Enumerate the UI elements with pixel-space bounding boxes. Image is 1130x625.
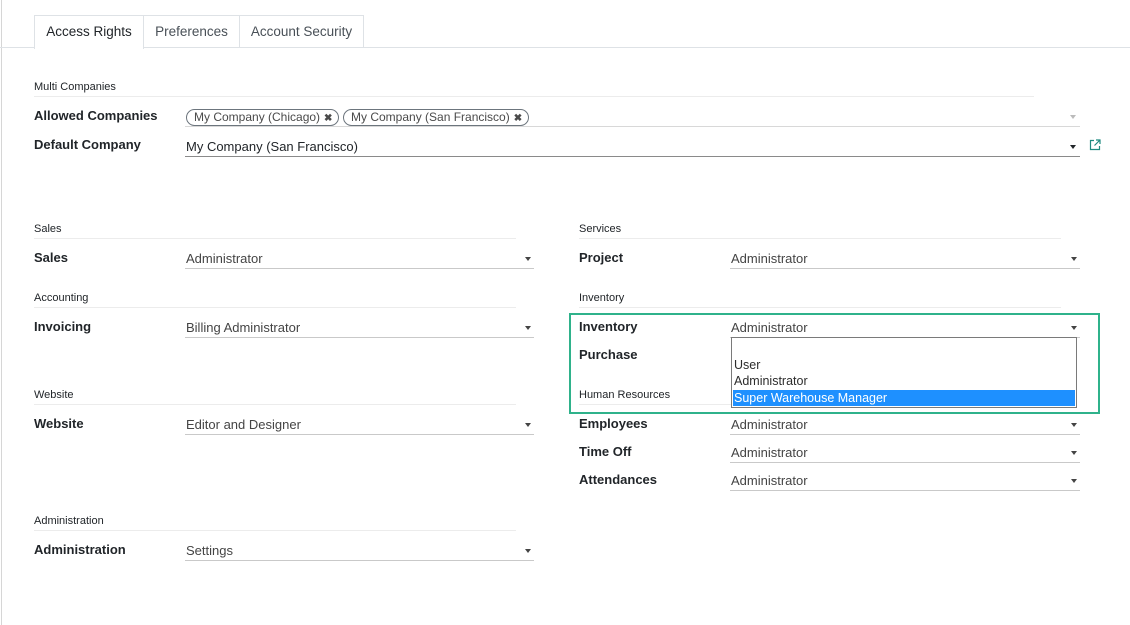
chevron-down-icon — [1071, 326, 1077, 330]
page-left-border — [1, 0, 2, 625]
chevron-down-icon — [525, 423, 531, 427]
sales-value: Administrator — [186, 251, 263, 266]
section-divider — [34, 307, 516, 308]
tab-preferences[interactable]: Preferences — [143, 15, 240, 47]
section-title-administration: Administration — [34, 515, 104, 527]
purchase-dropdown-list: User Administrator Super Warehouse Manag… — [731, 337, 1077, 408]
dropdown-option-super-warehouse-manager[interactable]: Super Warehouse Manager — [733, 390, 1075, 406]
company-tag: My Company (Chicago) ✖ — [186, 109, 340, 126]
employees-label: Employees — [579, 416, 648, 431]
section-title-services: Services — [579, 223, 622, 235]
chevron-down-icon — [1071, 479, 1077, 483]
administration-select[interactable]: Settings — [185, 539, 534, 561]
purchase-label: Purchase — [579, 347, 638, 362]
employees-select[interactable]: Administrator — [730, 413, 1080, 435]
time-off-label: Time Off — [579, 444, 632, 459]
section-divider — [34, 404, 516, 405]
section-title-accounting: Accounting — [34, 292, 89, 304]
tab-access-rights[interactable]: Access Rights — [34, 15, 144, 49]
default-company-value: My Company (San Francisco) — [186, 139, 358, 154]
invoicing-label: Invoicing — [34, 319, 92, 334]
default-company-label: Default Company — [34, 137, 141, 152]
chevron-down-icon — [1070, 115, 1076, 119]
dropdown-option-user[interactable]: User — [733, 357, 1075, 373]
employees-value: Administrator — [731, 417, 808, 432]
section-divider — [579, 307, 1061, 308]
close-icon[interactable]: ✖ — [514, 113, 522, 124]
chevron-down-icon — [1071, 451, 1077, 455]
dropdown-option-administrator[interactable]: Administrator — [733, 373, 1075, 389]
administration-value: Settings — [186, 543, 233, 558]
inventory-label: Inventory — [579, 319, 638, 334]
attendances-value: Administrator — [731, 473, 808, 488]
external-link-icon[interactable] — [1089, 139, 1101, 151]
website-select[interactable]: Editor and Designer — [185, 413, 534, 435]
section-divider — [34, 530, 516, 531]
chevron-down-icon — [525, 326, 531, 330]
section-title-sales: Sales — [34, 223, 62, 235]
default-company-select[interactable]: My Company (San Francisco) — [185, 135, 1080, 157]
inventory-value: Administrator — [731, 320, 808, 335]
section-title-website: Website — [34, 389, 74, 401]
invoicing-select[interactable]: Billing Administrator — [185, 316, 534, 338]
section-divider — [579, 238, 1061, 239]
website-label: Website — [34, 416, 84, 431]
section-title-multi-companies: Multi Companies — [34, 81, 116, 93]
administration-label: Administration — [34, 542, 126, 557]
chevron-down-icon — [1071, 257, 1077, 261]
project-select[interactable]: Administrator — [730, 247, 1080, 269]
section-divider — [34, 238, 516, 239]
dropdown-option-empty[interactable] — [733, 340, 1075, 356]
company-tag: My Company (San Francisco) ✖ — [343, 109, 530, 126]
invoicing-value: Billing Administrator — [186, 320, 301, 335]
close-icon[interactable]: ✖ — [324, 113, 332, 124]
inventory-select[interactable]: Administrator — [730, 316, 1080, 338]
allowed-companies-label: Allowed Companies — [34, 108, 158, 123]
sales-label: Sales — [34, 250, 68, 265]
tab-account-security[interactable]: Account Security — [239, 15, 364, 47]
chevron-down-icon — [1071, 423, 1077, 427]
chevron-down-icon — [525, 257, 531, 261]
sales-select[interactable]: Administrator — [185, 247, 534, 269]
company-tag-label: My Company (San Francisco) — [351, 110, 510, 124]
attendances-label: Attendances — [579, 472, 658, 487]
company-tag-label: My Company (Chicago) — [194, 110, 321, 124]
project-label: Project — [579, 250, 624, 265]
chevron-down-icon — [525, 549, 531, 553]
section-title-human-resources: Human Resources — [579, 389, 671, 401]
attendances-select[interactable]: Administrator — [730, 469, 1080, 491]
time-off-value: Administrator — [731, 445, 808, 460]
chevron-down-icon — [1070, 145, 1076, 149]
project-value: Administrator — [731, 251, 808, 266]
section-title-inventory: Inventory — [579, 292, 625, 304]
time-off-select[interactable]: Administrator — [730, 441, 1080, 463]
website-value: Editor and Designer — [186, 417, 301, 432]
section-divider — [34, 96, 1034, 97]
